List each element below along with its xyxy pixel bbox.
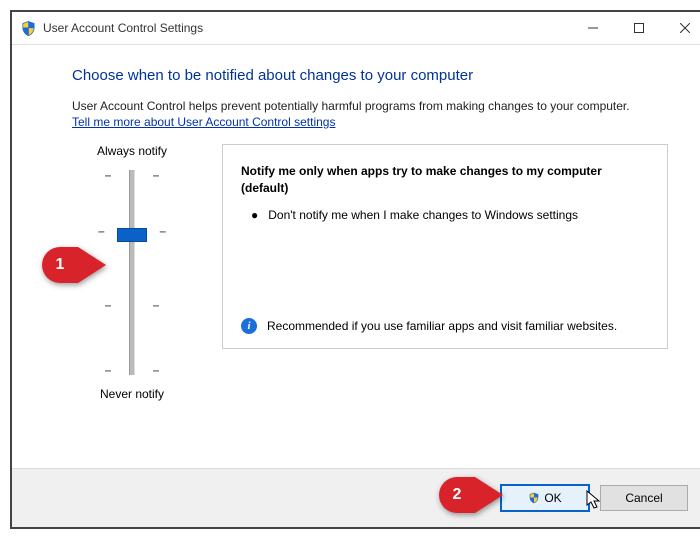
titlebar: User Account Control Settings: [12, 12, 700, 45]
ok-button[interactable]: OK: [500, 484, 590, 512]
callout-number: 1: [42, 247, 78, 283]
maximize-button[interactable]: [616, 12, 662, 44]
cancel-label: Cancel: [625, 491, 662, 505]
slider-label-top: Always notify: [97, 144, 167, 158]
window-title: User Account Control Settings: [43, 21, 203, 35]
recommendation-text: Recommended if you use familiar apps and…: [267, 318, 617, 335]
learn-more-link[interactable]: Tell me more about User Account Control …: [72, 115, 335, 129]
annotation-callout-1: 1: [42, 247, 106, 283]
page-heading: Choose when to be notified about changes…: [72, 67, 668, 84]
info-icon: i: [241, 318, 257, 334]
shield-icon: [528, 492, 540, 504]
cancel-button[interactable]: Cancel: [600, 485, 688, 511]
slider-thumb[interactable]: [117, 228, 147, 242]
shield-icon: [20, 20, 37, 37]
callout-number: 2: [439, 477, 475, 513]
ok-label: OK: [544, 491, 561, 505]
intro-line: User Account Control helps prevent poten…: [72, 99, 630, 113]
footer: 2 OK Cancel: [12, 468, 700, 527]
slider-label-bottom: Never notify: [100, 387, 164, 401]
description-box: Notify me only when apps try to make cha…: [222, 144, 668, 349]
minimize-button[interactable]: [570, 12, 616, 44]
annotation-callout-2: 2: [439, 477, 503, 513]
description-title: Notify me only when apps try to make cha…: [241, 163, 649, 197]
slider-track[interactable]: –– –– ––: [102, 170, 162, 375]
close-button[interactable]: [662, 12, 700, 44]
bullet-text: Don't notify me when I make changes to W…: [268, 207, 578, 224]
cursor-icon: [586, 490, 602, 515]
description-bullet: ● Don't notify me when I make changes to…: [241, 207, 649, 224]
bullet-icon: ●: [251, 207, 258, 224]
content-area: Choose when to be notified about changes…: [12, 45, 700, 468]
uac-settings-window: User Account Control Settings Choose whe…: [12, 12, 700, 527]
recommendation-row: i Recommended if you use familiar apps a…: [241, 318, 649, 335]
intro-text: User Account Control helps prevent poten…: [72, 98, 668, 130]
